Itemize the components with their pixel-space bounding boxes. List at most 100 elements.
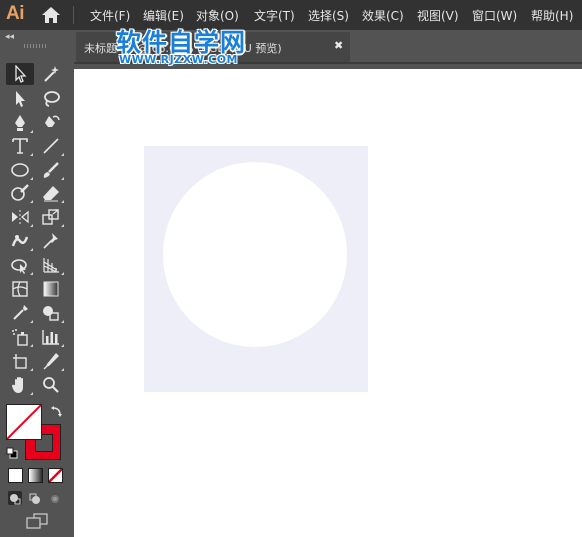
shaper-tool-icon bbox=[11, 184, 29, 201]
lasso-tool-icon bbox=[44, 91, 60, 107]
tool-group-indicator bbox=[61, 344, 64, 347]
draw-behind-button[interactable] bbox=[28, 491, 42, 505]
slice-tool[interactable] bbox=[37, 350, 65, 372]
tool-group-indicator bbox=[30, 272, 33, 275]
tool-group-indicator bbox=[30, 344, 33, 347]
eyedropper-tool-icon bbox=[13, 305, 28, 320]
direct-selection-tool-icon bbox=[16, 91, 25, 107]
eyedropper-tool[interactable] bbox=[6, 302, 34, 324]
menu-bar: Ai 文件(F) 编辑(E) 对象(O) 文字(T) 选择(S) 效果(C) 视… bbox=[0, 0, 582, 30]
panel-grip[interactable] bbox=[24, 44, 46, 48]
gradient-tool[interactable] bbox=[37, 278, 65, 300]
draw-behind-icon bbox=[29, 493, 40, 504]
perspective-grid-tool-icon bbox=[43, 258, 59, 273]
menu-object[interactable]: 对象(O) bbox=[196, 7, 239, 24]
screen-mode-icon bbox=[26, 513, 48, 529]
reflect-tool-icon bbox=[12, 210, 29, 224]
default-fill-stroke-button[interactable] bbox=[6, 444, 18, 459]
hand-tool-icon bbox=[12, 377, 23, 393]
slice-tool-icon bbox=[43, 353, 59, 370]
column-graph-tool[interactable] bbox=[37, 326, 65, 348]
tool-group-indicator bbox=[61, 368, 64, 371]
symbol-sprayer-tool[interactable] bbox=[6, 326, 34, 348]
shape-builder-tool-icon bbox=[43, 306, 59, 321]
type-tool[interactable] bbox=[6, 135, 34, 157]
color-mode-button[interactable] bbox=[8, 468, 23, 483]
home-icon bbox=[42, 7, 60, 23]
puppet-warp-tool[interactable] bbox=[6, 230, 34, 252]
default-colors-icon bbox=[6, 447, 18, 459]
tool-group-indicator bbox=[30, 320, 33, 323]
fill-color-swatch[interactable] bbox=[6, 404, 42, 440]
close-tab-button[interactable]: ✖ bbox=[334, 39, 343, 52]
lasso-tool[interactable] bbox=[37, 88, 65, 110]
scale-tool-icon bbox=[42, 209, 59, 225]
artboard-tool-icon bbox=[13, 354, 27, 369]
tool-group-indicator bbox=[61, 224, 64, 227]
column-graph-tool-icon bbox=[42, 330, 59, 345]
change-screen-mode-button[interactable] bbox=[25, 513, 49, 531]
tool-group-indicator bbox=[30, 153, 33, 156]
tools-panel: ◂◂ bbox=[0, 30, 74, 537]
swap-fill-stroke-button[interactable] bbox=[50, 404, 64, 418]
scale-tool[interactable] bbox=[37, 206, 65, 228]
eraser-tool-icon bbox=[43, 186, 59, 202]
menu-edit[interactable]: 编辑(E) bbox=[143, 7, 184, 24]
perspective-grid-tool[interactable] bbox=[37, 254, 65, 276]
type-tool-icon bbox=[12, 138, 28, 154]
paintbrush-tool-icon bbox=[43, 162, 59, 178]
selection-tool[interactable] bbox=[6, 63, 34, 85]
gradient-mode-button[interactable] bbox=[28, 468, 43, 483]
menu-help[interactable]: 帮助(H) bbox=[531, 7, 573, 24]
menu-select[interactable]: 选择(S) bbox=[308, 7, 349, 24]
none-mode-button[interactable] bbox=[48, 468, 63, 483]
menu-type[interactable]: 文字(T) bbox=[254, 7, 295, 24]
magic-wand-tool-icon bbox=[44, 66, 59, 82]
tool-group-indicator bbox=[30, 248, 33, 251]
zoom-tool-icon bbox=[43, 377, 59, 393]
pen-tool[interactable] bbox=[6, 112, 34, 134]
tool-group-indicator bbox=[30, 177, 33, 180]
tool-group-indicator bbox=[61, 200, 64, 203]
none-icon bbox=[49, 469, 62, 482]
eraser-tool[interactable] bbox=[37, 182, 65, 204]
canvas-area[interactable] bbox=[74, 69, 582, 537]
draw-inside-button[interactable] bbox=[48, 491, 62, 505]
line-segment-tool[interactable] bbox=[37, 135, 65, 157]
menu-view[interactable]: 视图(V) bbox=[417, 7, 459, 24]
zoom-tool[interactable] bbox=[37, 374, 65, 396]
curvature-tool[interactable] bbox=[37, 112, 65, 134]
watermark-url: WWW.RJZXW.COM bbox=[119, 53, 238, 66]
tool-group-indicator bbox=[30, 200, 33, 203]
direct-selection-tool[interactable] bbox=[6, 88, 34, 110]
pen-tool-icon bbox=[15, 115, 25, 131]
home-button[interactable] bbox=[40, 5, 62, 25]
symbol-sprayer-tool-icon bbox=[12, 329, 28, 346]
white-circle[interactable] bbox=[163, 162, 347, 347]
tool-group-indicator bbox=[30, 224, 33, 227]
magic-wand-tool[interactable] bbox=[37, 63, 65, 85]
hand-tool[interactable] bbox=[6, 374, 34, 396]
menu-window[interactable]: 窗口(W) bbox=[472, 7, 517, 24]
collapse-panel-button[interactable]: ◂◂ bbox=[5, 32, 14, 42]
draw-normal-button[interactable] bbox=[8, 491, 22, 505]
tool-group-indicator bbox=[61, 272, 64, 275]
ellipse-tool[interactable] bbox=[6, 159, 34, 181]
tool-group-indicator bbox=[61, 177, 64, 180]
menu-divider bbox=[73, 6, 74, 24]
shape-builder-tool[interactable] bbox=[37, 302, 65, 324]
gradient-tool-icon bbox=[43, 281, 59, 297]
tool-group-indicator bbox=[61, 153, 64, 156]
menu-file[interactable]: 文件(F) bbox=[90, 7, 130, 24]
shaper-tool[interactable] bbox=[6, 182, 34, 204]
paintbrush-tool[interactable] bbox=[37, 159, 65, 181]
line-segment-tool-icon bbox=[43, 138, 59, 154]
artboard-tool[interactable] bbox=[6, 350, 34, 372]
tool-group-indicator bbox=[30, 392, 33, 395]
free-transform-tool[interactable] bbox=[6, 254, 34, 276]
free-transform-tool-icon bbox=[11, 259, 27, 274]
mesh-tool[interactable] bbox=[6, 278, 34, 300]
reflect-tool[interactable] bbox=[6, 206, 34, 228]
menu-effect[interactable]: 效果(C) bbox=[362, 7, 404, 24]
pin-tool[interactable] bbox=[37, 230, 65, 252]
